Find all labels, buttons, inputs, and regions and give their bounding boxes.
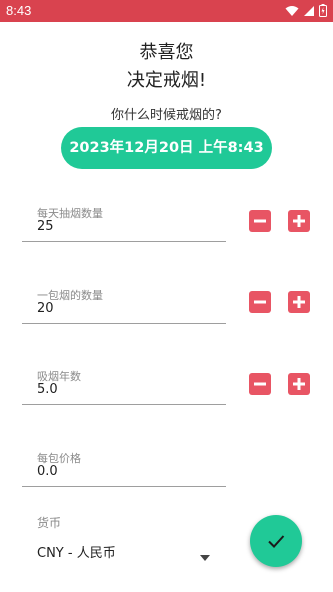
plus-icon (293, 215, 305, 227)
minus-icon (254, 219, 266, 223)
field-value[interactable]: 5.0 (37, 382, 58, 397)
plus-icon (293, 296, 305, 308)
cigarettes-per-day-decrement-button[interactable] (249, 210, 271, 232)
field-underline (22, 486, 226, 487)
years-smoking-decrement-button[interactable] (249, 373, 271, 395)
cigarettes-per-pack-decrement-button[interactable] (249, 291, 271, 313)
wifi-icon (285, 2, 299, 21)
dropdown-arrow-icon (200, 546, 210, 565)
plus-icon (293, 378, 305, 390)
field-value[interactable]: 25 (37, 219, 54, 234)
years-smoking-increment-button[interactable] (288, 373, 310, 395)
decision-title: 决定戒烟! (126, 70, 207, 91)
check-icon (268, 535, 285, 548)
confirm-fab-button[interactable] (250, 515, 302, 567)
status-time: 8:43 (6, 3, 32, 18)
field-underline (22, 241, 226, 242)
field-underline (22, 404, 226, 405)
signal-icon (303, 2, 315, 21)
field-underline (22, 323, 226, 324)
quit-date-question: 你什么时候戒烟的? (111, 108, 222, 123)
cigarettes-per-day-increment-button[interactable] (288, 210, 310, 232)
quit-date-button[interactable]: 2023年12月20日 上午8:43 (61, 127, 272, 169)
status-icons (285, 2, 327, 21)
currency-select[interactable]: CNY - 人民币 (22, 534, 218, 566)
battery-charging-icon (319, 2, 327, 21)
congrats-title: 恭喜您 (139, 42, 194, 63)
minus-icon (254, 300, 266, 304)
status-bar: 8:43 (0, 0, 333, 22)
cigarettes-per-pack-increment-button[interactable] (288, 291, 310, 313)
currency-label: 货币 (37, 516, 62, 530)
currency-selected-value: CNY - 人民币 (37, 546, 116, 561)
field-value[interactable]: 0.0 (37, 464, 58, 479)
field-value[interactable]: 20 (37, 301, 54, 316)
minus-icon (254, 382, 266, 386)
